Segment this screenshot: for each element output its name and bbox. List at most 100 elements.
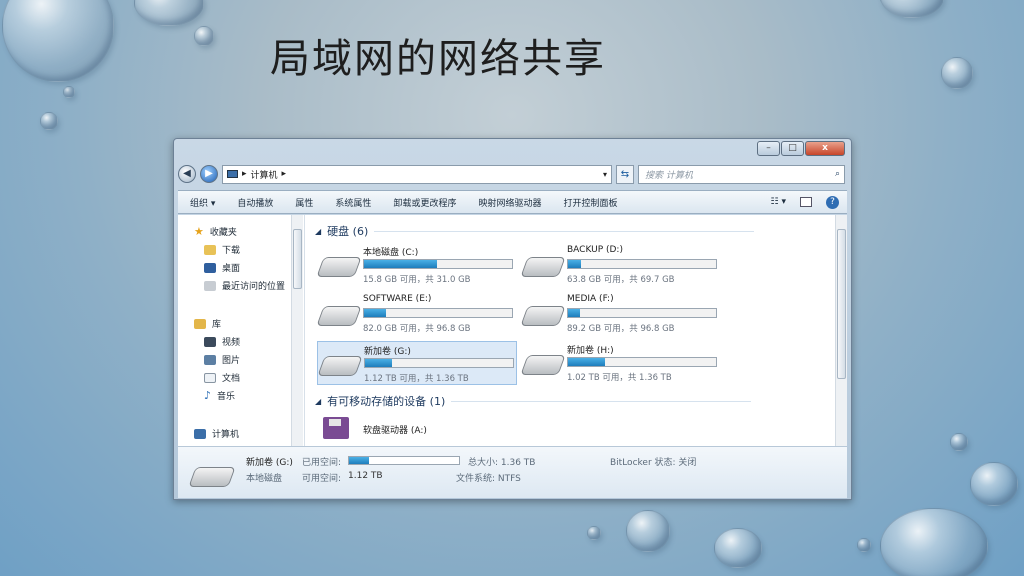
picture-icon xyxy=(204,354,216,365)
window-controls: – □ x xyxy=(757,141,845,156)
usage-fill xyxy=(568,260,582,268)
usage-fill xyxy=(365,359,392,367)
view-options-icon[interactable]: ☷ ▾ xyxy=(771,197,786,207)
nav-desktop[interactable]: 桌面 xyxy=(204,261,240,274)
preview-pane-icon[interactable] xyxy=(800,197,812,207)
breadcrumb-separator[interactable]: ▸ xyxy=(242,169,247,179)
address-bar[interactable]: ▸ 计算机 ▸ ▾ xyxy=(222,164,612,184)
nav-computer[interactable]: 计算机 xyxy=(194,427,239,440)
details-usage-bar xyxy=(348,456,460,465)
drive-name: 新加卷 (G:) xyxy=(364,347,411,357)
collapse-icon: ◢ xyxy=(315,226,322,236)
search-input[interactable]: 搜索 计算机 ⌕ xyxy=(638,164,845,184)
toolbar-map-drive[interactable]: 映射网络驱动器 xyxy=(478,196,541,209)
forward-button[interactable]: ▶ xyxy=(200,165,218,183)
drive-info: 82.0 GB 可用，共 96.8 GB xyxy=(363,324,471,334)
nav-documents[interactable]: 文档 xyxy=(204,371,240,384)
window-body: ★ 收藏夹 下载 桌面 最近访问的位置 库 视频 图片 文档 ♪ 音乐 计算机 … xyxy=(178,215,847,446)
document-icon xyxy=(204,372,216,383)
drive-info: 1.12 TB 可用，共 1.36 TB xyxy=(364,374,469,384)
content-scrollbar-thumb[interactable] xyxy=(837,229,846,379)
nav-pictures[interactable]: 图片 xyxy=(204,353,240,366)
water-drop xyxy=(880,508,988,576)
usage-bar xyxy=(567,357,717,367)
group-header-hdd[interactable]: ◢ 硬盘 (6) xyxy=(315,223,755,239)
drive-e[interactable]: SOFTWARE (E:) 82.0 GB 可用，共 96.8 GB xyxy=(316,292,517,336)
water-drop xyxy=(40,112,58,130)
toolbar-system-properties[interactable]: 系统属性 xyxy=(335,196,371,209)
address-dropdown-icon[interactable]: ▾ xyxy=(603,170,611,179)
water-drop xyxy=(587,526,601,540)
usage-fill xyxy=(364,260,437,268)
toolbar-autoplay[interactable]: 自动播放 xyxy=(237,196,273,209)
drive-info: 63.8 GB 可用，共 69.7 GB xyxy=(567,275,675,285)
details-drive-type: 本地磁盘 xyxy=(246,474,283,484)
drive-h[interactable]: 新加卷 (H:) 1.02 TB 可用，共 1.36 TB xyxy=(520,341,721,385)
drive-name: 新加卷 (H:) xyxy=(567,346,614,356)
download-folder-icon xyxy=(204,244,216,255)
recent-places-icon xyxy=(204,280,216,291)
nav-scrollbar[interactable] xyxy=(291,215,303,446)
search-placeholder: 搜索 计算机 xyxy=(645,170,693,181)
nav-label: 桌面 xyxy=(222,264,241,274)
drive-name: SOFTWARE (E:) xyxy=(363,294,432,304)
group-divider xyxy=(374,230,755,232)
details-total-size: 总大小: 1.36 TB xyxy=(468,458,536,468)
refresh-button[interactable]: ⇆ xyxy=(616,164,634,184)
desktop-icon xyxy=(204,262,216,273)
star-icon: ★ xyxy=(194,225,204,238)
computer-icon xyxy=(227,170,238,178)
water-drop xyxy=(2,0,114,82)
content-scrollbar[interactable] xyxy=(835,215,847,446)
breadcrumb-separator[interactable]: ▸ xyxy=(282,169,287,179)
nav-favorites[interactable]: ★ 收藏夹 xyxy=(194,225,237,238)
collapse-icon: ◢ xyxy=(315,396,322,406)
nav-label: 下载 xyxy=(222,246,241,256)
drive-g-selected[interactable]: 新加卷 (G:) 1.12 TB 可用，共 1.36 TB xyxy=(317,341,517,385)
water-drop xyxy=(63,86,75,98)
nav-scrollbar-thumb[interactable] xyxy=(293,229,302,289)
floppy-icon xyxy=(323,417,349,439)
hard-drive-icon xyxy=(520,355,566,375)
group-header-removable[interactable]: ◢ 有可移动存储的设备 (1) xyxy=(315,393,752,409)
back-button[interactable]: ◀ xyxy=(178,165,196,183)
hard-drive-icon xyxy=(520,306,566,326)
toolbar-uninstall[interactable]: 卸载或更改程序 xyxy=(393,196,456,209)
usage-bar xyxy=(567,308,717,318)
nav-label: 计算机 xyxy=(212,430,240,440)
nav-label: 库 xyxy=(212,320,222,330)
toolbar-organize[interactable]: 组织 ▾ xyxy=(190,196,215,209)
drive-c[interactable]: 本地磁盘 (C:) 15.8 GB 可用，共 31.0 GB xyxy=(316,243,517,287)
close-button[interactable]: x xyxy=(805,141,845,156)
search-icon[interactable]: ⌕ xyxy=(835,169,844,179)
nav-videos[interactable]: 视频 xyxy=(204,335,240,348)
drive-info: 15.8 GB 可用，共 31.0 GB xyxy=(363,275,471,285)
nav-recent[interactable]: 最近访问的位置 xyxy=(204,279,285,292)
usage-bar xyxy=(567,259,717,269)
details-pane: 新加卷 (G:) 本地磁盘 已用空间: 可用空间: 1.12 TB 总大小: 1… xyxy=(178,446,847,498)
drive-d[interactable]: BACKUP (D:) 63.8 GB 可用，共 69.7 GB xyxy=(520,243,721,287)
nav-libraries[interactable]: 库 xyxy=(194,317,221,330)
water-drop xyxy=(880,0,944,18)
nav-music[interactable]: ♪ 音乐 xyxy=(204,389,235,402)
breadcrumb-computer[interactable]: 计算机 xyxy=(251,168,278,181)
drive-f[interactable]: MEDIA (F:) 89.2 GB 可用，共 96.8 GB xyxy=(520,292,721,336)
drive-info: 1.02 TB 可用，共 1.36 TB xyxy=(567,373,672,383)
content-pane: ◢ 硬盘 (6) 本地磁盘 (C:) 15.8 GB 可用，共 31.0 GB … xyxy=(305,215,847,446)
usage-bar xyxy=(363,308,513,318)
nav-downloads[interactable]: 下载 xyxy=(204,243,240,256)
details-used-label: 已用空间: xyxy=(302,458,342,468)
help-icon[interactable]: ? xyxy=(826,195,839,209)
maximize-button[interactable]: □ xyxy=(781,141,804,156)
details-bitlocker-status: BitLocker 状态: 关闭 xyxy=(610,458,697,468)
nav-label: 音乐 xyxy=(217,392,236,402)
toolbar-control-panel[interactable]: 打开控制面板 xyxy=(563,196,617,209)
computer-icon xyxy=(194,428,206,439)
details-usage-fill xyxy=(349,457,369,464)
minimize-button[interactable]: – xyxy=(757,141,780,156)
drive-a-floppy[interactable]: 软盘驱动器 (A:) xyxy=(317,413,517,445)
hard-drive-icon xyxy=(317,356,363,376)
toolbar-properties[interactable]: 属性 xyxy=(295,196,313,209)
address-row: ◀ ▶ ▸ 计算机 ▸ ▾ ⇆ 搜索 计算机 ⌕ xyxy=(178,163,845,185)
video-icon xyxy=(204,336,216,347)
